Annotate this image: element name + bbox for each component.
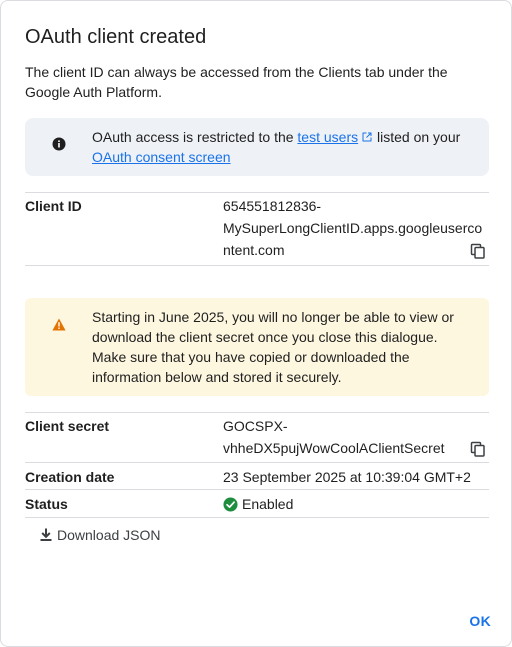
dialog-intro-text: The client ID can always be accessed fro… bbox=[25, 64, 448, 100]
external-link-icon bbox=[362, 132, 372, 142]
copy-client-secret-icon[interactable] bbox=[470, 441, 486, 457]
creation-date-label: Creation date bbox=[25, 469, 115, 485]
download-icon bbox=[40, 528, 52, 541]
divider bbox=[25, 517, 489, 518]
warning-icon bbox=[52, 318, 66, 331]
client-secret-value: GOCSPX- vhheDX5pujWowCoolAClientSecret bbox=[223, 415, 445, 459]
test-users-link-label: test users bbox=[297, 129, 359, 145]
client-secret-line-1: GOCSPX- bbox=[223, 418, 288, 434]
warning-notice-text: Starting in June 2025, you will no longe… bbox=[92, 309, 454, 385]
check-circle-icon bbox=[223, 496, 238, 512]
dialog-title: OAuth client created bbox=[25, 26, 207, 48]
divider bbox=[25, 265, 489, 266]
download-json-label: Download JSON bbox=[57, 527, 161, 543]
client-id-line-3: ntent.com bbox=[223, 242, 285, 258]
status-label: Status bbox=[25, 496, 68, 512]
status-value: Enabled bbox=[223, 493, 293, 515]
client-id-label: Client ID bbox=[25, 198, 82, 214]
creation-date-value: 23 September 2025 at 10:39:04 GMT+2 bbox=[223, 469, 471, 485]
client-id-line-1: 654551812836- bbox=[223, 198, 322, 214]
info-icon bbox=[52, 137, 66, 151]
oauth-consent-screen-link[interactable]: OAuth consent screen bbox=[92, 149, 231, 165]
info-notice: OAuth access is restricted to the test u… bbox=[25, 118, 489, 176]
info-text-middle: listed on your bbox=[373, 129, 461, 145]
download-json-button[interactable]: Download JSON bbox=[37, 526, 161, 544]
divider bbox=[25, 412, 489, 413]
warning-notice: Starting in June 2025, you will no longe… bbox=[25, 298, 489, 396]
divider bbox=[25, 192, 489, 193]
client-id-value: 654551812836- MySuperLongClientID.apps.g… bbox=[223, 195, 482, 261]
divider bbox=[25, 462, 489, 463]
copy-client-id-icon[interactable] bbox=[470, 243, 486, 259]
client-id-line-2: MySuperLongClientID.apps.googleuserco bbox=[223, 220, 483, 236]
status-text: Enabled bbox=[242, 496, 294, 512]
test-users-link[interactable]: test users bbox=[297, 129, 373, 145]
divider bbox=[25, 489, 489, 490]
info-text-before: OAuth access is restricted to the bbox=[92, 129, 298, 145]
info-notice-text: OAuth access is restricted to the test u… bbox=[92, 127, 462, 167]
client-secret-line-2: vhheDX5pujWowCoolAClientSecret bbox=[223, 440, 445, 456]
client-secret-label: Client secret bbox=[25, 418, 110, 434]
oauth-client-created-dialog: OAuth client created The client ID can a… bbox=[0, 0, 512, 647]
ok-button[interactable]: OK bbox=[469, 613, 491, 629]
